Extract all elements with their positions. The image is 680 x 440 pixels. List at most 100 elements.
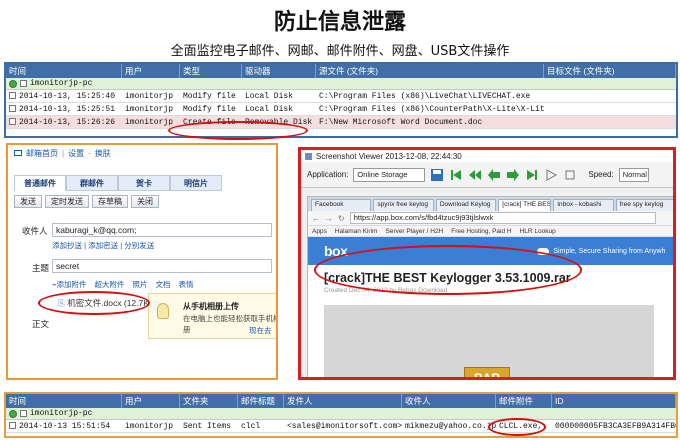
large-attachment-button[interactable]: 超大附件 [95,279,125,290]
application-select[interactable]: Online Storage [353,167,426,182]
checkbox-icon[interactable] [9,104,16,112]
col-id[interactable]: ID [552,394,676,408]
tab-group-mail[interactable]: 群邮件 [66,175,118,191]
checkbox-icon[interactable] [9,421,16,429]
browser-tab: free spy keylog [615,199,673,211]
label: 照片 [132,280,148,289]
bookmark: Server Player / H2H [385,227,444,235]
scheduled-send-button[interactable]: 定时发送 [45,195,89,208]
add-attachment-button[interactable]: ⌁添加附件 [52,279,87,290]
url-field: https://app.box.com/s/fbd4tzuc9j93tjlslw… [349,212,656,224]
checkbox-icon[interactable] [20,410,27,417]
online-status-icon [9,409,17,418]
col-folder[interactable]: 文件夹 [180,394,238,408]
link-skin[interactable]: 换肤 [95,148,111,159]
col-user[interactable]: 用户 [122,394,180,408]
page-title: 防止信息泄露 [273,9,406,35]
checkbox-icon[interactable] [9,91,16,99]
tab-postcard[interactable]: 明信片 [170,175,222,191]
browser-tab: Facebook [311,199,372,211]
label: 添加附件 [56,280,87,289]
cell-drive: Local Disk [245,91,294,101]
col-user[interactable]: 用户 [122,64,180,78]
cell-folder: Sent Items [183,421,232,431]
file-preview: RAR [324,305,654,377]
checkbox-icon[interactable] [20,80,27,87]
label: 超大附件 [94,280,125,289]
table-row[interactable]: 2014-10-13, 15:25:40 imonitorjp Modify f… [6,90,676,103]
back-arrow-icon: ← [312,213,320,223]
file-log-panel: 时间 用户 类型 驱动器 源文件 (文件夹) 目标文件 (文件夹) imonit… [4,62,678,138]
last-frame-icon[interactable] [525,168,539,182]
box-tagline: Simple, Secure Sharing from Anywh [553,247,666,255]
browser-tab: Inbox - kobashi [553,199,614,211]
file-log-group[interactable]: imonitorjp-pc [6,78,676,90]
attach-bar: ⌁添加附件 超大附件 照片 文档 表情 [52,279,194,290]
fast-backward-icon[interactable] [468,168,482,182]
col-source[interactable]: 源文件 (文件夹) [316,64,544,78]
cell-time: 2014-10-13 15:51:54 [19,421,111,431]
highlight-ring [488,418,546,436]
tab-card[interactable]: 贺卡 [118,175,170,191]
emoji-button[interactable]: 表情 [179,279,194,290]
mail-log-group[interactable]: imonitorjp-pc [6,408,676,420]
cell-user: imonitorjp [125,91,174,101]
close-button[interactable]: 关闭 [131,195,159,208]
link-settings[interactable]: 设置 [68,148,84,159]
to-field[interactable]: kaburagi_k@qq.com; [52,223,272,237]
table-row[interactable]: 2014-10-13 15:51:54 imonitorjp Sent Item… [6,420,676,433]
send-button[interactable]: 发送 [14,195,42,208]
photo-button[interactable]: 照片 [133,279,148,290]
col-time[interactable]: 时间 [6,394,122,408]
cell-drive: Local Disk [245,104,294,114]
lightbulb-icon [157,303,169,319]
mail-top-nav: 邮箱首页 | 设置 - 换肤 [8,145,276,161]
save-draft-button[interactable]: 存草稿 [92,195,128,208]
first-frame-icon[interactable] [449,168,463,182]
browser-tab-active: [crack] THE BEST [498,199,552,211]
cell-user: imonitorjp [125,104,174,114]
speed-label: Speed: [588,170,614,179]
stop-icon[interactable] [563,168,577,182]
table-row[interactable]: 2014-10-13, 15:25:51 imonitorjp Modify f… [6,103,676,116]
browser-tab: Download Keylog [435,199,497,211]
highlight-ring [168,121,308,140]
highlight-ring [38,291,150,315]
save-icon[interactable] [430,168,444,182]
back-icon[interactable] [487,168,501,182]
col-attachment[interactable]: 邮件附件 [496,394,552,408]
mail-home-icon [14,150,22,156]
cell-user: imonitorjp [125,117,174,127]
col-drive[interactable]: 驱动器 [242,64,316,78]
bookmarks-bar: Apps Halaman Kirim Server Player / H2H F… [308,226,673,237]
tab-normal-mail[interactable]: 普通邮件 [14,175,66,191]
cell-from: <sales@imonitorsoft.com> [287,421,402,431]
link-mail-home[interactable]: 邮箱首页 [26,148,58,159]
speed-select[interactable]: Normal [618,167,649,182]
cell-to: mikmezu@yahoo.co.jp [405,421,496,431]
col-time[interactable]: 时间 [6,64,122,78]
play-icon[interactable] [544,168,558,182]
forward-icon[interactable] [506,168,520,182]
table-row-selected[interactable]: 2014-10-13, 15:26:26 imonitorjp Create f… [6,116,676,129]
col-to[interactable]: 收件人 [402,394,496,408]
cell-source: C:\Program Files (x86)\LiveChat\LIVECHAT… [319,91,531,101]
viewer-titlebar: Screenshot Viewer 2013-12-08, 22:44:30 [301,150,673,162]
cell-time: 2014-10-13, 15:25:40 [19,91,116,101]
nav-separator: - [88,148,91,158]
col-type[interactable]: 类型 [180,64,242,78]
col-target[interactable]: 目标文件 (文件夹) [544,64,676,78]
forward-arrow-icon: → [325,213,333,223]
label: 文档 [155,280,171,289]
checkbox-icon[interactable] [9,117,16,125]
col-subject[interactable]: 邮件标题 [238,394,284,408]
popup-link[interactable]: 现在去 [249,325,272,336]
subject-field[interactable]: secret [52,259,272,273]
popup-title: 从手机相册上传 [183,302,239,311]
photo-upload-popup[interactable]: 从手机相册上传 在电脑上也能轻松获取手机相册 现在去 [148,293,276,339]
mail-log-panel: 时间 用户 文件夹 邮件标题 发件人 收件人 邮件附件 ID imonitorj… [4,392,678,438]
document-button[interactable]: 文档 [156,279,171,290]
group-label: imonitorjp-pc [30,409,93,418]
cc-bcc-links[interactable]: 添加抄送 | 添加密送 | 分别发送 [52,240,154,251]
col-from[interactable]: 发件人 [284,394,402,408]
